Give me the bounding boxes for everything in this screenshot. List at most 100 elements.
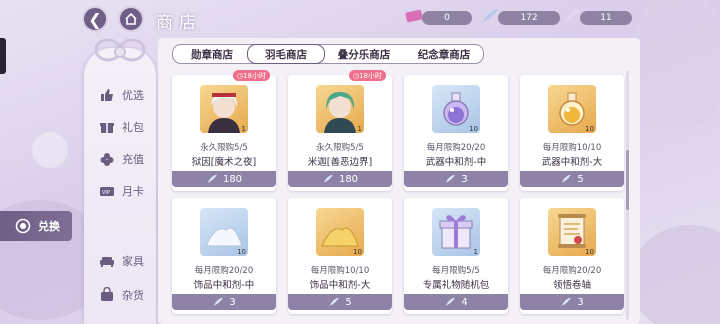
bag-icon [98, 286, 116, 304]
item-price: 3 [520, 294, 624, 310]
price-value: 3 [577, 296, 584, 308]
price-value: 5 [577, 173, 584, 185]
tab-diefenle[interactable]: 叠分乐商店 [325, 45, 403, 63]
powder-gold-icon: 10 [316, 208, 364, 256]
nav-label: 优选 [122, 89, 144, 102]
flower-icon [98, 150, 116, 168]
nav-item-chongzhi[interactable]: 充值 [84, 144, 156, 174]
currency-star-feather-value: 11 [600, 13, 612, 23]
home-icon [125, 12, 137, 25]
currency-ticket-value: 0 [444, 13, 450, 23]
item-name: 饰品中和剂-大 [309, 280, 371, 291]
currency-feather: 172 [498, 11, 560, 25]
back-button[interactable]: ❮ [82, 6, 108, 32]
edge-handle [0, 38, 6, 74]
item-limit: 永久限购5/5 [316, 143, 364, 153]
feather-icon [328, 297, 340, 307]
nav-item-duihuan[interactable]: 兑换 [0, 211, 72, 241]
shop-item-card[interactable]: 10 每月限购20/20 饰品中和剂-中 3 [172, 198, 276, 314]
gift-box-icon: 1 [432, 208, 480, 256]
feather-icon [206, 174, 218, 184]
item-name: 武器中和剂-大 [541, 157, 603, 168]
tab-xunzhang[interactable]: 勋章商店 [173, 45, 251, 63]
nav-label: 兑换 [38, 220, 60, 233]
price-value: 3 [229, 296, 236, 308]
price-value: 3 [461, 173, 468, 185]
feather-icon [480, 6, 500, 26]
feather-icon [560, 174, 572, 184]
potion-purple-icon: 10 [432, 85, 480, 133]
item-name: 专属礼物随机包 [422, 280, 490, 291]
tab-jinianzhang[interactable]: 纪念章商店 [405, 45, 483, 63]
item-qty: 10 [237, 248, 246, 256]
shop-item-card[interactable]: 10 每月限购20/20 武器中和剂-中 3 [404, 75, 508, 191]
item-qty: 10 [353, 248, 362, 256]
character-portrait-green-icon: 1 [316, 85, 364, 133]
item-qty: 10 [585, 248, 594, 256]
item-limit: 每月限购20/20 [194, 266, 254, 276]
nav-label: 月卡 [122, 185, 144, 198]
home-button[interactable] [118, 6, 144, 32]
shop-tabs: 勋章商店 羽毛商店 叠分乐商店 纪念章商店 [172, 44, 484, 64]
time-limit-badge: ◷ 18小时 [232, 70, 270, 81]
badge-text: 18小时 [243, 71, 266, 80]
price-value: 5 [345, 296, 352, 308]
header: ❮ 商店 0 172 11 [0, 0, 720, 38]
item-price: 5 [520, 171, 624, 187]
price-value: 180 [338, 173, 359, 185]
item-limit: 每月限购10/10 [542, 143, 602, 153]
character-portrait-red-icon: 1 [200, 85, 248, 133]
page-title: 商店 [156, 13, 202, 33]
feather-icon [322, 174, 334, 184]
currency-feather-value: 172 [520, 13, 538, 23]
nav-label: 杂货 [122, 289, 144, 302]
item-limit: 每月限购20/20 [542, 266, 602, 276]
shop-item-card[interactable]: 10 每月限购20/20 领悟卷轴 3 [520, 198, 624, 314]
shop-item-card[interactable]: 10 每月限购10/10 武器中和剂-大 5 [520, 75, 624, 191]
feather-icon [444, 297, 456, 307]
gift-icon [98, 118, 116, 136]
vip-card-icon: VIP [98, 182, 116, 200]
nav-label: 家具 [122, 255, 144, 268]
exchange-icon [14, 217, 32, 235]
shop-item-card[interactable]: 1 每月限购5/5 专属礼物随机包 4 [404, 198, 508, 314]
item-limit: 每月限购20/20 [426, 143, 486, 153]
potion-gold-icon: 10 [548, 85, 596, 133]
item-qty: 10 [469, 125, 478, 133]
item-price: 180 [172, 171, 276, 187]
item-name: 饰品中和剂-中 [193, 280, 255, 291]
feather-icon [444, 174, 456, 184]
item-limit: 永久限购5/5 [200, 143, 248, 153]
scrollbar-thumb[interactable] [626, 150, 629, 210]
sofa-icon [98, 252, 116, 270]
nav-label: 充值 [122, 153, 144, 166]
shop-item-card[interactable]: ◷ 18小时 1 永久限购5/5 米迦[善恶边界] 180 [288, 70, 392, 191]
back-arrow-icon: ❮ [88, 9, 102, 29]
powder-white-icon: 10 [200, 208, 248, 256]
ticket-icon [404, 6, 424, 26]
svg-text:VIP: VIP [102, 190, 110, 196]
nav-item-youxuan[interactable]: 优选 [84, 80, 156, 110]
price-value: 180 [222, 173, 243, 185]
item-qty: 1 [473, 248, 478, 256]
currency-star-feather: 11 [580, 11, 632, 25]
shop-screen: ❮ 商店 0 172 11 优选 礼包 充值 VIP 月卡 兑换 家具 杂货 勋… [0, 0, 720, 324]
thumb-up-icon [98, 86, 116, 104]
item-price: 180 [288, 171, 392, 187]
nav-item-jiaju[interactable]: 家具 [84, 246, 156, 276]
shop-item-card[interactable]: 10 每月限购10/10 饰品中和剂-大 5 [288, 198, 392, 314]
item-qty: 1 [241, 125, 246, 133]
feather-icon [212, 297, 224, 307]
item-price: 5 [288, 294, 392, 310]
item-qty: 10 [585, 125, 594, 133]
shop-item-card[interactable]: ◷ 18小时 1 永久限购5/5 狱因[魔术之夜] 180 [172, 70, 276, 191]
item-limit: 每月限购5/5 [432, 266, 480, 276]
nav-item-zahuo[interactable]: 杂货 [84, 280, 156, 310]
currency-ticket: 0 [422, 11, 472, 25]
tab-yumao[interactable]: 羽毛商店 [247, 44, 325, 64]
nav-item-yueka[interactable]: VIP 月卡 [84, 176, 156, 206]
item-name: 米迦[善恶边界] [307, 157, 373, 168]
nav-item-libao[interactable]: 礼包 [84, 112, 156, 142]
item-price: 3 [172, 294, 276, 310]
item-name: 狱因[魔术之夜] [191, 157, 257, 168]
